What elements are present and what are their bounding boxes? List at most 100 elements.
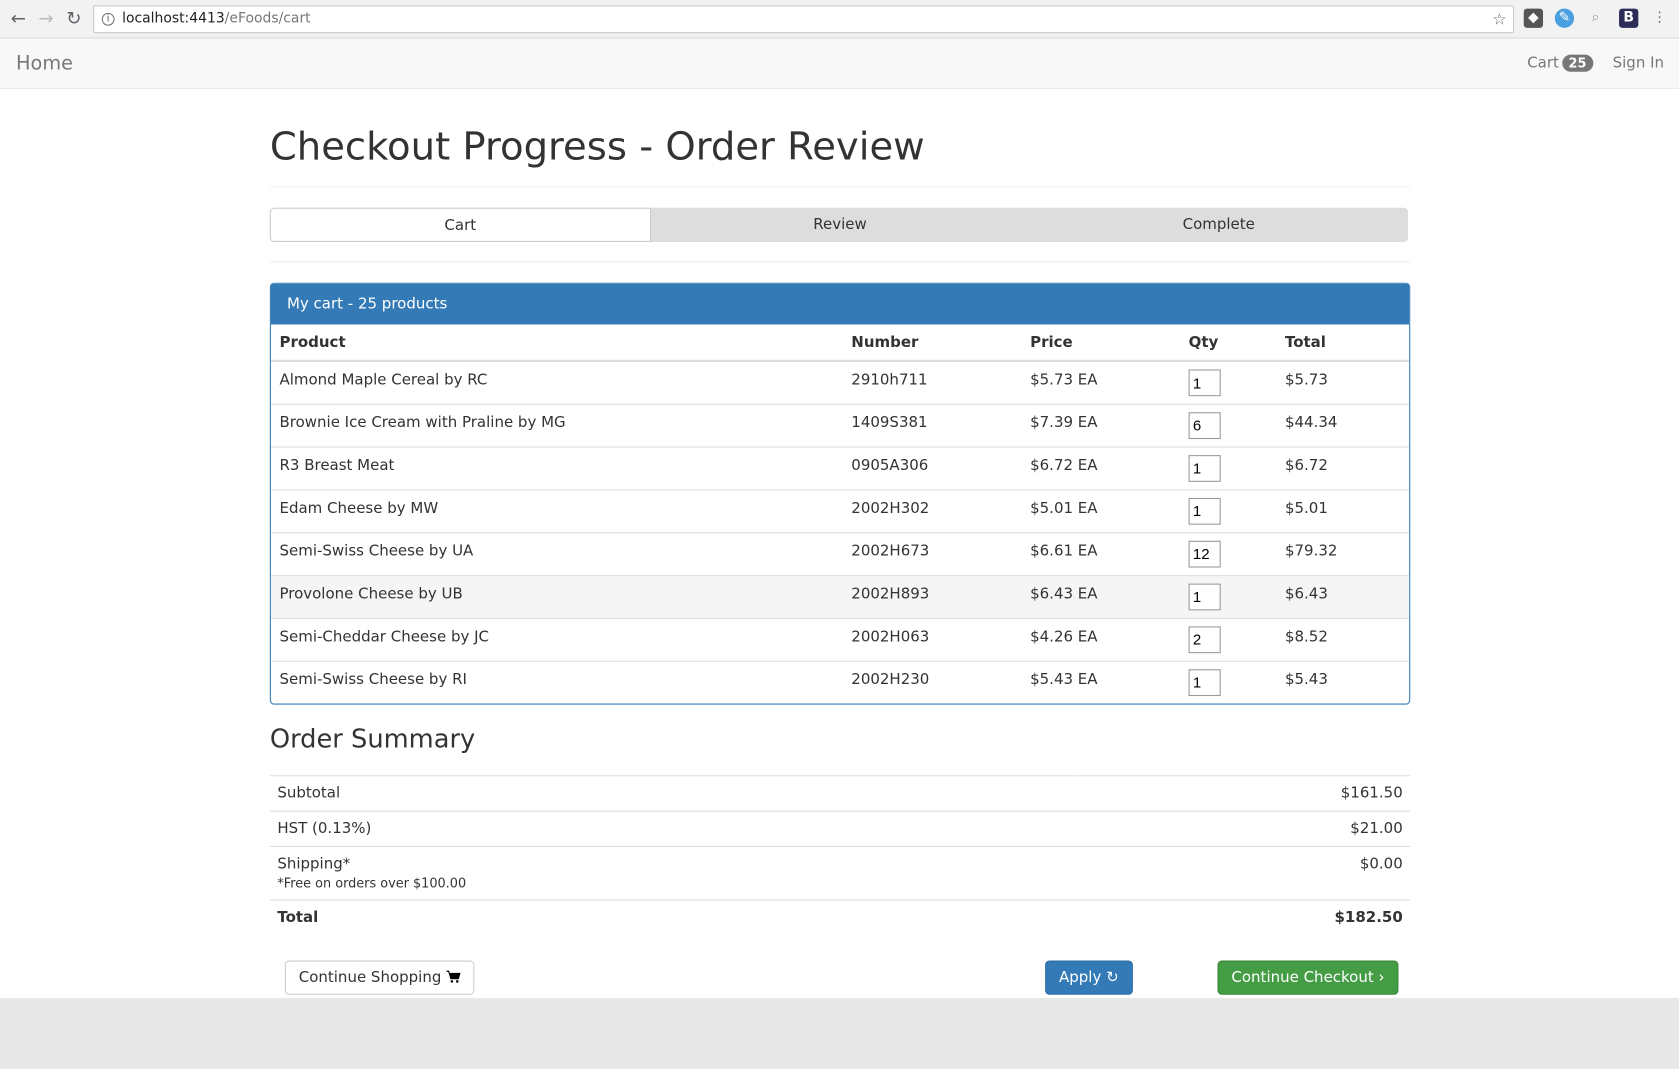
line-total: $5.73: [1276, 360, 1410, 404]
b-extension-icon[interactable]: B: [1619, 8, 1639, 28]
column-header-number: Number: [842, 324, 1022, 362]
qty-input[interactable]: [1188, 369, 1221, 397]
shipping-note: *Free on orders over $100.00: [277, 875, 467, 891]
product-price: $5.01 EA: [1021, 488, 1181, 533]
back-icon[interactable]: ←: [7, 9, 28, 30]
shipping-value: $0.00: [1079, 845, 1411, 901]
sign-in-link[interactable]: Sign In: [1613, 55, 1664, 72]
line-total: $6.43: [1276, 574, 1410, 618]
qty-input[interactable]: [1188, 411, 1221, 439]
page-title: Checkout Progress - Order Review: [269, 125, 925, 170]
step-complete: Complete: [1182, 216, 1255, 234]
qty-cell: [1180, 531, 1277, 576]
address-bar[interactable]: i localhost:4413/eFoods/cart ☆: [93, 5, 1515, 34]
reload-icon[interactable]: ↻: [63, 9, 84, 30]
qty-cell: [1180, 403, 1277, 447]
product-number: 2002H302: [842, 488, 1022, 533]
shield-extension-icon[interactable]: ◆: [1523, 8, 1544, 28]
url-path: /eFoods/cart: [224, 10, 311, 27]
qty-input[interactable]: [1188, 583, 1221, 610]
chevron-right-icon: ›: [1378, 969, 1385, 987]
line-total: $6.72: [1276, 445, 1410, 490]
qty-input[interactable]: [1188, 625, 1221, 653]
forward-icon[interactable]: →: [35, 9, 56, 30]
line-total: $5.01: [1276, 488, 1410, 533]
cart-link[interactable]: Cart 25: [1527, 54, 1593, 72]
product-name: Semi-Swiss Cheese by RI: [270, 660, 843, 704]
cart-label: Cart: [1527, 54, 1559, 72]
product-number: 2910h711: [842, 360, 1022, 404]
info-icon[interactable]: i: [101, 12, 115, 26]
cart-table-header: Product Number Price Qty Total: [270, 324, 1410, 362]
total-value: $182.50: [1079, 899, 1411, 935]
table-row: Provolone Cheese by UB 2002H893 $6.43 EA…: [270, 574, 1410, 618]
apply-button[interactable]: Apply ↻: [1045, 960, 1133, 995]
line-total: $8.52: [1276, 617, 1410, 661]
qty-cell: [1180, 617, 1277, 661]
summary-row-subtotal: Subtotal $161.50: [269, 775, 1411, 812]
product-number: 2002H893: [842, 574, 1022, 618]
step-review: Review: [813, 216, 867, 234]
product-number: 2002H230: [842, 660, 1022, 704]
url-host: localhost:4413: [122, 10, 225, 27]
pen-extension-icon[interactable]: ✎: [1554, 8, 1575, 28]
line-total: $44.34: [1276, 403, 1410, 447]
product-name: Edam Cheese by MW: [270, 488, 843, 533]
product-name: Semi-Swiss Cheese by UA: [270, 531, 843, 576]
step-cart: Cart: [269, 207, 651, 243]
column-header-price: Price: [1021, 324, 1181, 362]
subtotal-label: Subtotal: [269, 775, 1080, 812]
table-row: Almond Maple Cereal by RC 2910h711 $5.73…: [270, 360, 1410, 404]
shipping-cell: Shipping* *Free on orders over $100.00: [269, 845, 1080, 901]
hst-label: HST (0.13%): [269, 810, 1080, 847]
product-price: $5.43 EA: [1021, 660, 1181, 704]
cart-panel: My cart - 25 products Product Number Pri…: [269, 282, 1411, 705]
product-price: $6.72 EA: [1021, 445, 1181, 490]
shipping-label: Shipping*: [277, 855, 351, 873]
menu-icon[interactable]: ⋮: [1650, 9, 1669, 28]
cart-panel-heading: My cart - 25 products: [270, 283, 1410, 325]
product-name: Brownie Ice Cream with Praline by MG: [270, 403, 843, 447]
apply-label: Apply: [1059, 969, 1102, 987]
navbar: Home Cart 25 Sign In: [0, 38, 1679, 89]
continue-checkout-button[interactable]: Continue Checkout ›: [1217, 960, 1399, 995]
cart-count-badge: 25: [1562, 54, 1593, 72]
order-summary-heading: Order Summary: [269, 723, 476, 754]
column-header-qty: Qty: [1180, 324, 1277, 362]
qty-input[interactable]: [1188, 454, 1221, 482]
qty-cell: [1180, 574, 1277, 618]
qty-cell: [1180, 445, 1277, 490]
cart-table: Product Number Price Qty Total Almond Ma…: [270, 324, 1410, 704]
refresh-icon: ↻: [1106, 969, 1119, 987]
product-name: Almond Maple Cereal by RC: [270, 360, 843, 404]
qty-input[interactable]: [1188, 497, 1221, 525]
product-name: Semi-Cheddar Cheese by JC: [270, 617, 843, 661]
qty-input[interactable]: [1188, 668, 1221, 696]
column-header-product: Product: [270, 324, 843, 362]
product-price: $5.73 EA: [1021, 360, 1181, 404]
divider: [269, 261, 1411, 263]
table-row: Brownie Ice Cream with Praline by MG 140…: [270, 403, 1410, 447]
product-name: R3 Breast Meat: [270, 445, 843, 490]
divider: [269, 186, 1411, 188]
total-label: Total: [269, 899, 1080, 935]
continue-shopping-label: Continue Shopping: [298, 969, 442, 987]
subtotal-value: $161.50: [1079, 775, 1411, 812]
bookmark-star-icon[interactable]: ☆: [1492, 6, 1506, 32]
product-price: $6.61 EA: [1021, 531, 1181, 576]
table-row: Edam Cheese by MW 2002H302 $5.01 EA $5.0…: [270, 488, 1410, 533]
product-price: $6.43 EA: [1021, 574, 1181, 618]
search-extension-icon[interactable]: ⌕: [1586, 9, 1605, 28]
product-number: 2002H063: [842, 617, 1022, 661]
navbar-right: Cart 25 Sign In: [1527, 54, 1679, 72]
summary-row-shipping: Shipping* *Free on orders over $100.00 $…: [269, 845, 1411, 901]
continue-shopping-button[interactable]: Continue Shopping: [284, 960, 474, 995]
checkout-progress: Cart Review Complete: [269, 207, 1409, 243]
product-name: Provolone Cheese by UB: [270, 574, 843, 618]
order-summary-table: Subtotal $161.50 HST (0.13%) $21.00 Ship…: [269, 775, 1411, 935]
qty-cell: [1180, 360, 1277, 404]
qty-input[interactable]: [1188, 540, 1221, 567]
home-link[interactable]: Home: [16, 52, 73, 74]
product-number: 1409S381: [842, 403, 1022, 447]
product-price: $4.26 EA: [1021, 617, 1181, 661]
